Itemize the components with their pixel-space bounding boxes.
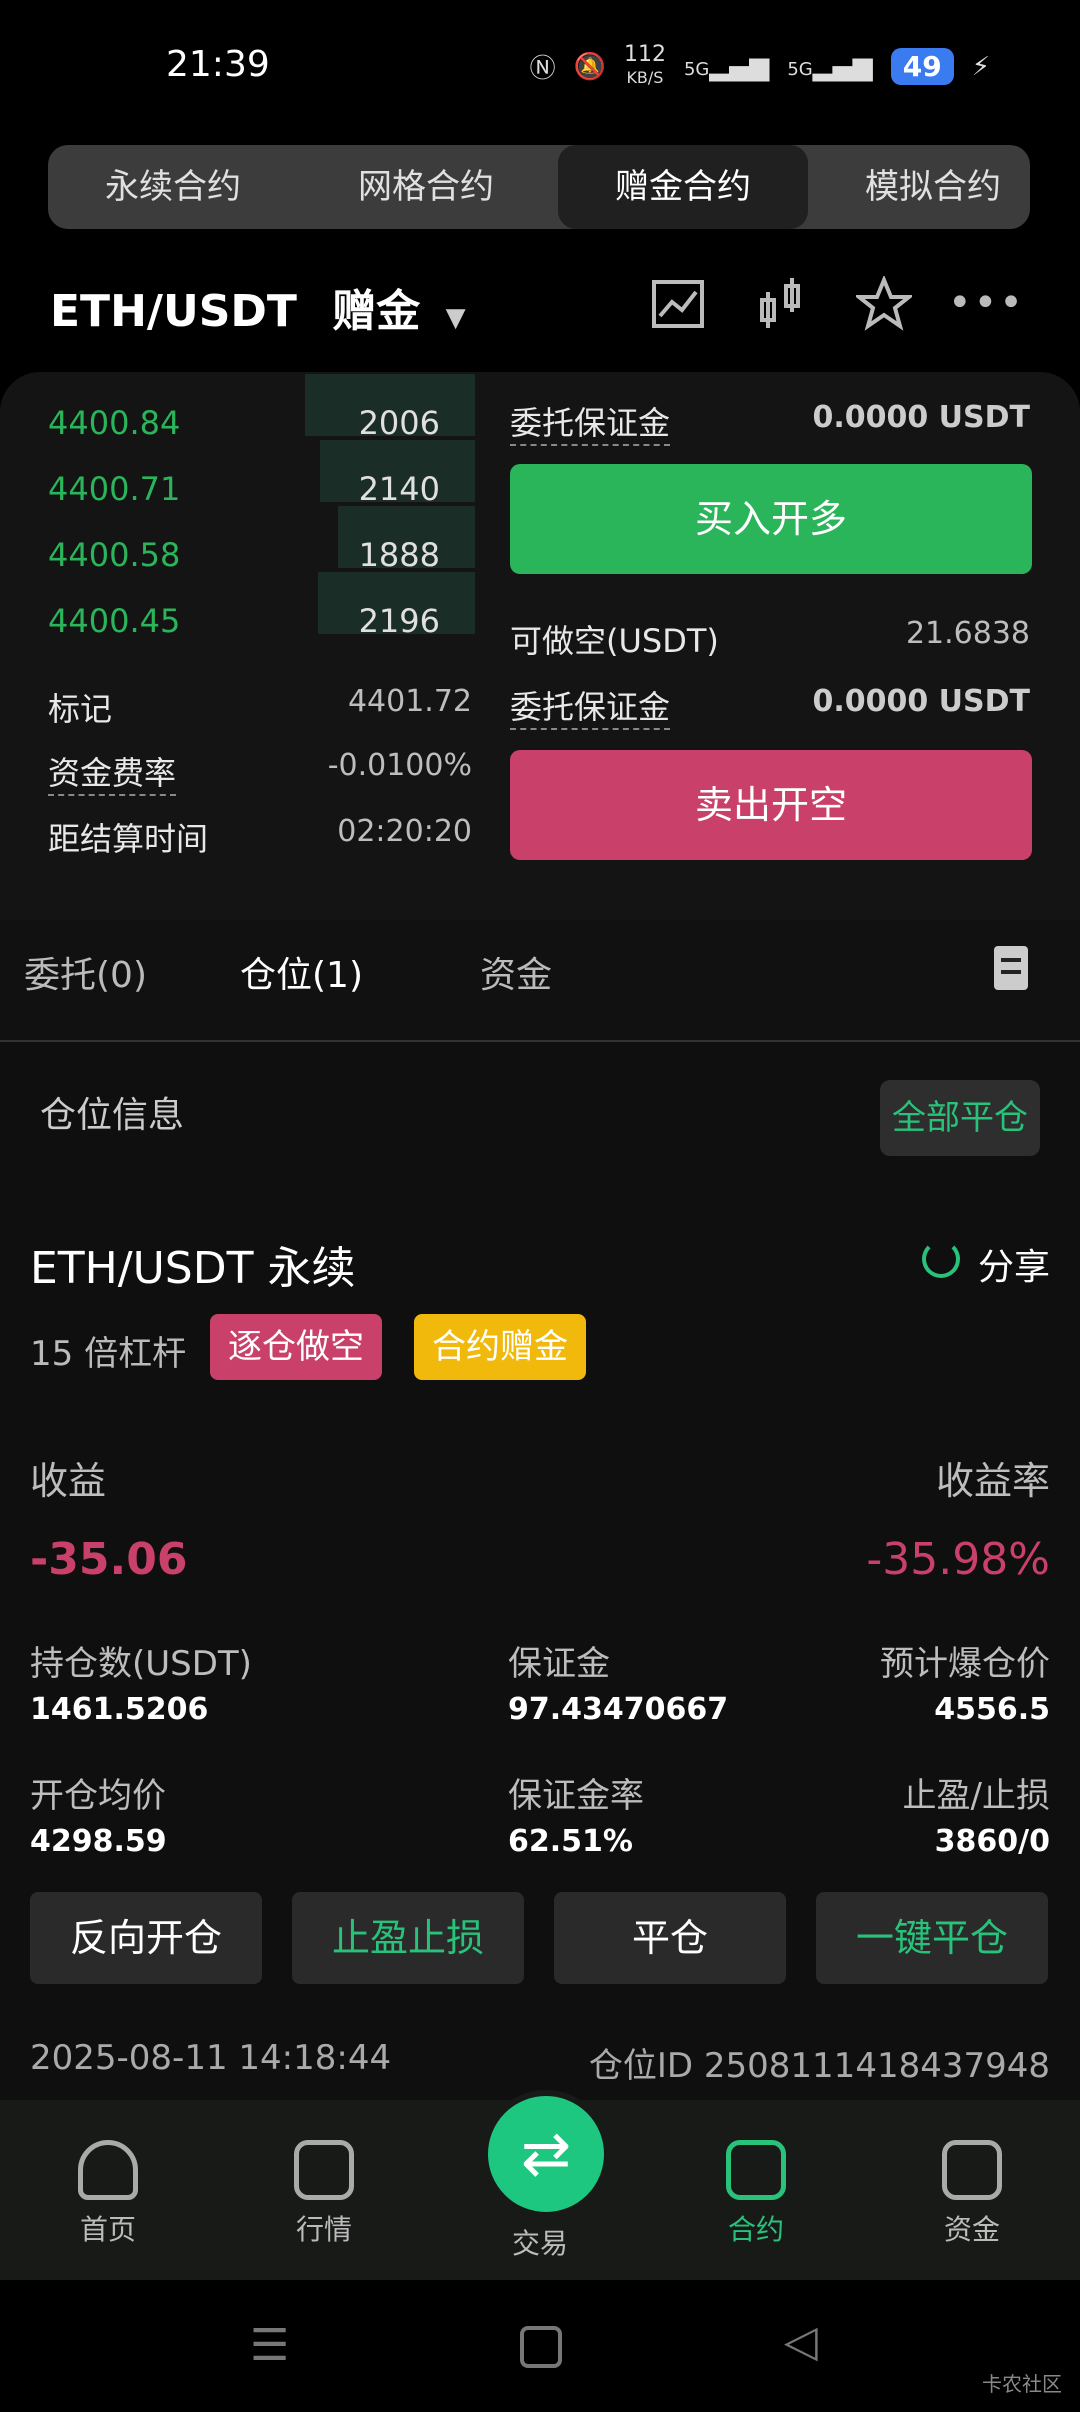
net-speed: 112 KB/S — [623, 42, 666, 88]
candlestick-icon[interactable] — [754, 276, 810, 332]
tab-positions[interactable]: 仓位(1) — [240, 946, 363, 998]
signal2-icon: 5G▂▄▆ — [787, 51, 873, 82]
tab-demo[interactable]: 模拟合约 — [808, 145, 1030, 229]
settle-label: 距结算时间 — [48, 820, 209, 858]
tpsl-value: 3860/0 — [934, 1824, 1050, 1859]
pair-mode: 赠金 — [332, 286, 421, 337]
margin-label: 保证金 — [508, 1644, 610, 1684]
funding-value: -0.0100% — [327, 748, 472, 783]
nav-funds-label: 资金 — [943, 2213, 1000, 2246]
isolated-short-badge: 逐仓做空 — [210, 1314, 382, 1380]
order-margin2-value: 0.0000 USDT — [812, 684, 1030, 719]
trade-icon[interactable]: ⇄ — [482, 2090, 610, 2218]
nav-home-label: 首页 — [79, 2213, 136, 2246]
contract-icon — [726, 2140, 786, 2200]
short-avail-value: 21.6838 — [905, 616, 1030, 651]
star-icon[interactable] — [856, 276, 912, 332]
nav-contract[interactable]: 合约 — [696, 2140, 816, 2248]
nav-trade-label[interactable]: 交易 — [480, 2222, 600, 2262]
chart-icon[interactable] — [650, 276, 706, 332]
tab-bonus[interactable]: 赠金合约 — [558, 145, 808, 229]
signal-icon: 5G▂▄▆ — [683, 51, 770, 82]
nav-home[interactable]: 首页 — [48, 2140, 168, 2248]
share-label[interactable]: 分享 — [978, 1238, 1050, 1290]
tpsl-label: 止盈/止损 — [902, 1776, 1050, 1816]
margin-ratio-value: 62.51% — [508, 1824, 633, 1859]
nav-market[interactable]: 行情 — [264, 2140, 384, 2248]
ask-price[interactable]: 4400.84 — [48, 404, 180, 442]
nav-funds[interactable]: 资金 — [912, 2140, 1032, 2248]
ask-price[interactable]: 4400.58 — [48, 536, 180, 574]
back-icon[interactable]: ◁ — [784, 2316, 818, 2367]
share-icon[interactable] — [922, 1240, 960, 1278]
status-time: 21:39 — [166, 44, 270, 85]
ask-qty: 2006 — [358, 404, 440, 442]
ask-price[interactable]: 4400.45 — [48, 602, 180, 640]
liq-value: 4556.5 — [934, 1692, 1050, 1727]
reverse-position-button[interactable]: 反向开仓 — [30, 1892, 262, 1984]
status-icons: Ⓝ 🔕 112 KB/S 5G▂▄▆ 5G▂▄▆ 49 ⚡ — [530, 44, 990, 89]
mark-label: 标记 — [48, 690, 113, 728]
section-title: 仓位信息 — [40, 1095, 185, 1136]
mark-value: 4401.72 — [347, 684, 472, 719]
chevron-down-icon: ▼ — [445, 303, 466, 333]
pair-selector[interactable]: ETH/USDT 赠金 ▼ — [50, 275, 466, 339]
mute-icon: 🔕 — [573, 51, 606, 82]
charging-icon: ⚡ — [971, 51, 990, 82]
position-title: ETH/USDT 永续 — [30, 1243, 356, 1294]
bonus-badge: 合约赠金 — [414, 1314, 586, 1380]
nfc-icon: Ⓝ — [529, 54, 556, 84]
tab-orders[interactable]: 委托(0) — [24, 946, 147, 998]
roi-label: 收益率 — [935, 1459, 1050, 1503]
quick-close-button[interactable]: 一键平仓 — [816, 1892, 1048, 1984]
entry-value: 4298.59 — [30, 1824, 167, 1859]
tab-funds[interactable]: 资金 — [480, 946, 552, 998]
entry-label: 开仓均价 — [30, 1776, 166, 1816]
margin-value: 97.43470667 — [508, 1692, 729, 1727]
home-square-icon[interactable] — [520, 2326, 562, 2368]
nav-market-label: 行情 — [295, 2213, 352, 2246]
menu-icon[interactable]: ☰ — [250, 2320, 289, 2371]
leverage-label: 15 倍杠杆 — [30, 1334, 187, 1374]
margin-ratio-label: 保证金率 — [508, 1776, 644, 1816]
ask-qty: 1888 — [358, 536, 440, 574]
size-value: 1461.5206 — [30, 1692, 209, 1727]
position-time: 2025-08-11 14:18:44 — [30, 2038, 392, 2078]
tp-sl-button[interactable]: 止盈止损 — [292, 1892, 524, 1984]
size-label: 持仓数(USDT) — [30, 1644, 252, 1684]
roi-value: -35.98% — [866, 1534, 1050, 1585]
battery-icon: 49 — [890, 48, 954, 85]
position-id: 仓位ID 2508111418437948 — [588, 2046, 1050, 2086]
document-icon[interactable] — [994, 946, 1028, 990]
market-icon — [294, 2140, 354, 2200]
home-icon — [78, 2140, 138, 2200]
order-margin2-label[interactable]: 委托保证金 — [510, 682, 671, 730]
ask-qty: 2140 — [358, 470, 440, 508]
close-all-button[interactable]: 全部平仓 — [880, 1080, 1040, 1156]
contract-tabs: 永续合约 网格合约 赠金合约 模拟合约 — [48, 145, 1030, 229]
close-position-button[interactable]: 平仓 — [554, 1892, 786, 1984]
sell-short-button[interactable]: 卖出开空 — [510, 750, 1032, 860]
order-margin-label[interactable]: 委托保证金 — [510, 398, 671, 446]
pnl-label: 收益 — [30, 1459, 107, 1503]
pair-name: ETH/USDT — [50, 286, 297, 337]
tab-grid[interactable]: 网格合约 — [301, 145, 551, 229]
tab-perpetual[interactable]: 永续合约 — [48, 145, 298, 229]
buy-long-button[interactable]: 买入开多 — [510, 464, 1032, 574]
ask-qty: 2196 — [358, 602, 440, 640]
ask-price[interactable]: 4400.71 — [48, 470, 180, 508]
settle-value: 02:20:20 — [337, 814, 472, 849]
watermark: 卡农社区 — [982, 2372, 1062, 2396]
liq-label: 预计爆仓价 — [880, 1644, 1050, 1684]
funding-label[interactable]: 资金费率 — [48, 748, 177, 796]
more-icon[interactable]: ••• — [948, 280, 1025, 326]
short-avail-label: 可做空(USDT) — [510, 622, 719, 660]
order-margin-value: 0.0000 USDT — [812, 400, 1030, 435]
nav-contract-label: 合约 — [727, 2213, 784, 2246]
wallet-icon — [942, 2140, 1002, 2200]
pnl-value: -35.06 — [30, 1534, 188, 1585]
